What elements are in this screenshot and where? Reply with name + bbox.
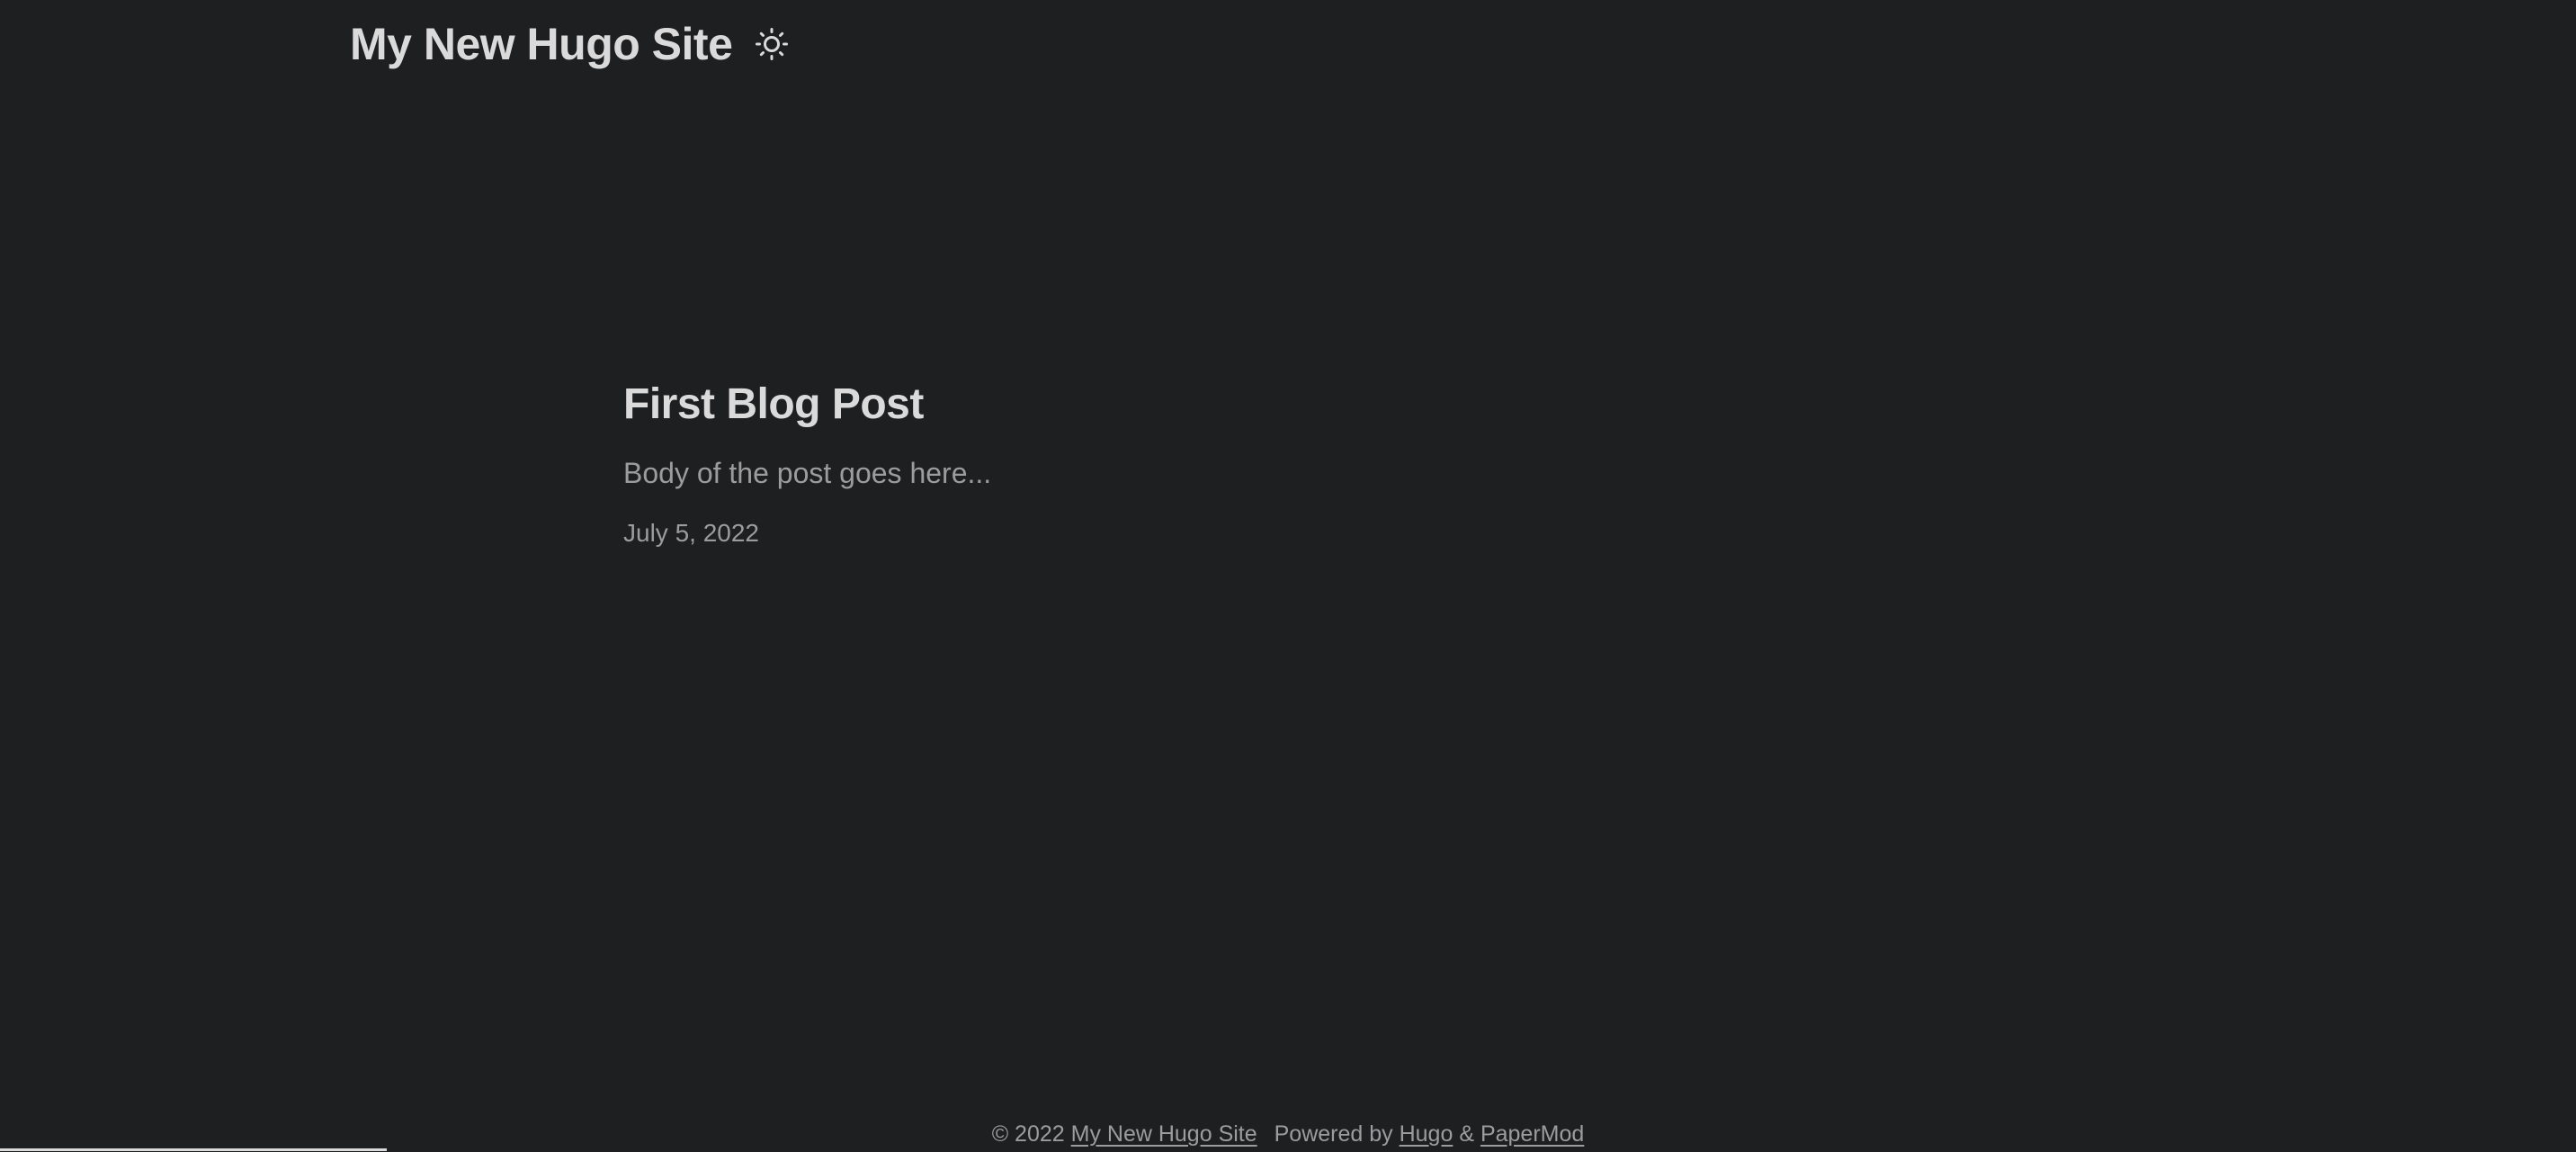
post-entry[interactable]: First Blog Post Body of the post goes he…	[623, 373, 1523, 551]
site-title-link[interactable]: My New Hugo Site	[350, 18, 733, 70]
post-summary: Body of the post goes here...	[623, 457, 992, 489]
sun-icon	[756, 28, 789, 60]
post-title: First Blog Post	[623, 380, 924, 428]
footer-powered-by: Powered by	[1274, 1121, 1393, 1147]
footer-site-link[interactable]: My New Hugo Site	[1071, 1121, 1257, 1147]
footer-ampersand: &	[1459, 1121, 1474, 1147]
site-header: My New Hugo Site	[350, 16, 790, 72]
site-footer: © 2022 My New Hugo Site Powered by Hugo …	[0, 1116, 2576, 1152]
post-date: July 5, 2022	[623, 519, 759, 547]
footer-copyright: © 2022	[991, 1121, 1065, 1147]
theme-toggle-button[interactable]	[754, 26, 790, 62]
footer-papermod-link[interactable]: PaperMod	[1480, 1121, 1584, 1147]
footer-hugo-link[interactable]: Hugo	[1400, 1121, 1453, 1147]
